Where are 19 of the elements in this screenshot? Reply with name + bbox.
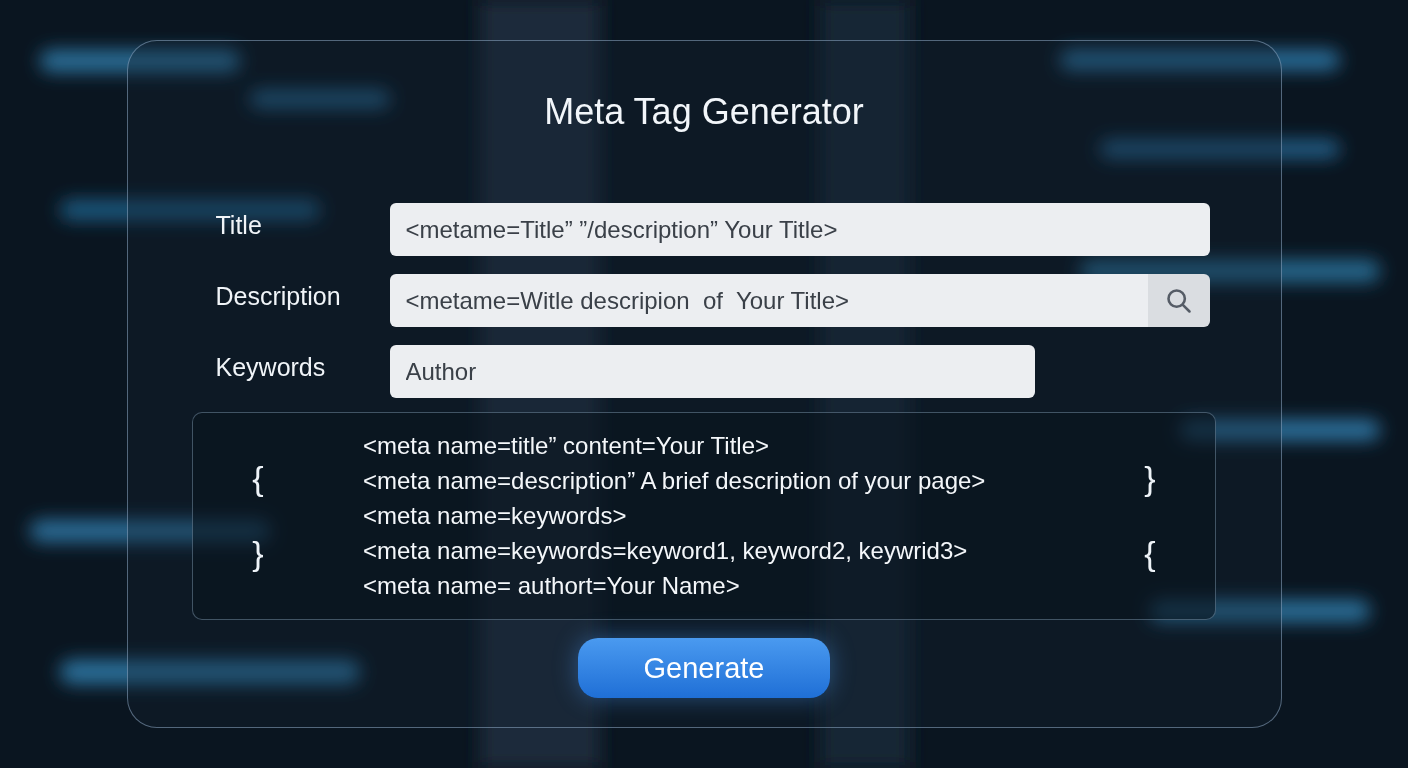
field-label: Title (215, 211, 263, 240)
code-line: <meta name=title” content=Your Title> (363, 431, 771, 461)
brace: } (1144, 459, 1156, 498)
field-label: Description (215, 282, 342, 311)
code-line: <meta name=keywords=keyword1, keyword2, keywrid3> (363, 536, 969, 566)
brace: } (252, 534, 264, 573)
generate-button[interactable]: Generate (578, 638, 830, 698)
input-field[interactable]: <metame=Title” ”/description” Your Title> (389, 203, 1210, 256)
input-field[interactable]: Author (389, 345, 1035, 398)
brace: { (252, 459, 264, 498)
search-icon (1164, 286, 1193, 315)
code-line: <meta name=description” A brief description of your page> (363, 466, 987, 496)
field-label: Keywords (215, 353, 327, 382)
page-title: Meta Tag Generator (544, 91, 864, 133)
code-line: <meta name=keywords> (363, 501, 628, 531)
brace: { (1144, 534, 1156, 573)
search-button[interactable] (1147, 274, 1210, 327)
code-line: <meta name= authort=Your Name> (363, 571, 741, 601)
input-field[interactable]: <metame=Witle descripion of Your Title> (389, 274, 1148, 327)
